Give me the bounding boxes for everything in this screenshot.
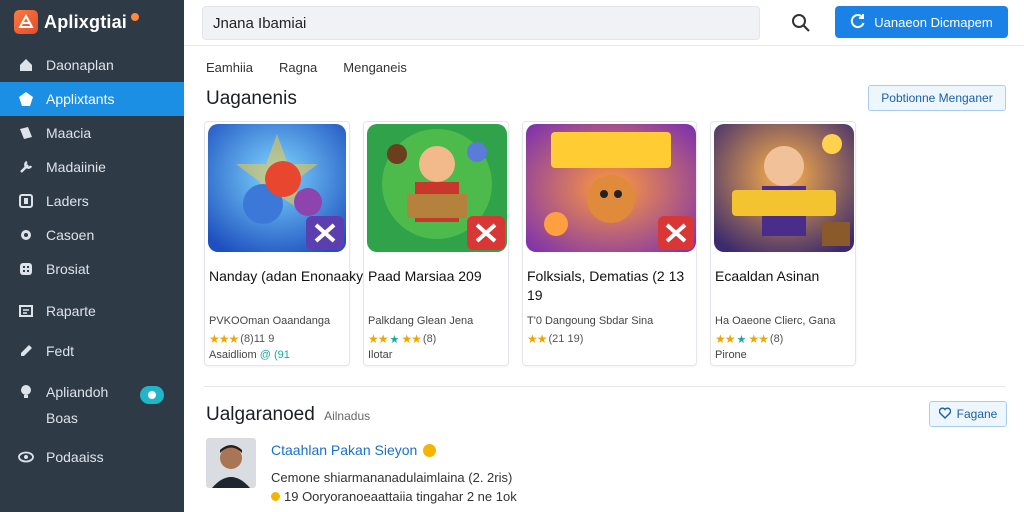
sidebar-item-media[interactable]: Maacia	[0, 116, 184, 150]
app-title: Folksials, Dematias (2 13 19	[527, 268, 685, 303]
sidebar-item-label: Podaaiss	[46, 449, 104, 465]
app-thumbnail	[526, 124, 696, 252]
sidebar-item-label: Casoen	[46, 227, 95, 243]
sidebar-nav: Daonaplan Applixtants Maacia Madaiinie L…	[0, 48, 184, 474]
eye-icon	[18, 449, 34, 465]
search-icon[interactable]	[788, 10, 814, 36]
sidebar-item-label: Apliandoh	[46, 384, 109, 400]
sidebar-item-sublabel: Boas	[46, 410, 78, 426]
section-title-2: Ualgaranoed Ailnadus	[206, 404, 371, 425]
bulb-icon	[18, 384, 34, 400]
app-rating: ★★ ★ ★★ (8)	[715, 332, 784, 346]
coin-icon	[271, 492, 280, 501]
sidebar-item-applications[interactable]: Apliandoh Boas	[0, 374, 184, 436]
tab-ragna[interactable]: Ragna	[279, 60, 317, 75]
tab-bar: Eamhiia Ragna Menganeis	[206, 60, 407, 75]
main-content: Eamhiia Ragna Menganeis Uaganenis Pobtio…	[184, 46, 1024, 512]
sidebar-item-tools[interactable]: Madaiinie	[0, 150, 184, 184]
star-rating-icon: ★★	[715, 332, 735, 346]
app-rating: ★★★ (8)11 9	[209, 332, 275, 346]
sidebar-item-edit[interactable]: Fedt	[0, 334, 184, 368]
sidebar-item-dashboard[interactable]: Daonaplan	[0, 48, 184, 82]
toggle-switch[interactable]	[140, 386, 164, 404]
app-card[interactable]: Folksials, Dematias (2 13 19 T'0 Dangoun…	[522, 121, 697, 366]
manage-button[interactable]: Pobtionne Menganer	[868, 85, 1006, 111]
star-rating-icon: ★★	[527, 332, 547, 346]
sidebar-item-apps[interactable]: Applixtants	[0, 82, 184, 116]
notification-dot-icon	[131, 13, 140, 21]
heart-icon	[938, 407, 951, 422]
edit-icon	[18, 343, 34, 359]
app-developer: T'0 Dangoung Sbdar Sina	[527, 315, 654, 327]
tools-icon	[18, 159, 34, 175]
primary-action-label: Uanaeon Dicmapem	[874, 14, 993, 30]
sidebar-item-label: Madaiinie	[46, 159, 106, 175]
app-title: Nanday (adan Enonaaky)	[209, 268, 368, 284]
app-title: Paad Marsiaa 209	[368, 268, 482, 284]
sidebar-item-label: Laders	[46, 193, 89, 209]
star-rating-icon: ★★★	[209, 332, 239, 346]
verified-badge-icon	[423, 443, 437, 457]
app-rating: ★★ ★ ★★ (8)	[368, 332, 437, 346]
section-subtitle: Ailnadus	[324, 409, 371, 423]
star-rating-icon: ★★	[368, 332, 388, 346]
brand[interactable]: Aplixgtiai	[0, 0, 184, 44]
media-icon	[18, 125, 34, 141]
sidebar-item-label: Brosiat	[46, 261, 90, 277]
sidebar-item-preview[interactable]: Podaaiss	[0, 440, 184, 474]
app-cards: Nanday (adan Enonaaky) PVKOOman Oaandang…	[204, 121, 856, 366]
app-card[interactable]: Paad Marsiaa 209 Palkdang Glean Jena ★★ ★…	[363, 121, 509, 366]
reports-icon	[18, 303, 34, 319]
refresh-icon	[850, 13, 866, 32]
grid-icon	[18, 261, 34, 277]
section-divider	[204, 386, 1006, 387]
sidebar-item-label: Raparte	[46, 303, 96, 319]
sidebar-item-browse[interactable]: Brosiat	[0, 252, 184, 286]
sidebar-item-ledgers[interactable]: Laders	[0, 184, 184, 218]
primary-action-button[interactable]: Uanaeon Dicmapem	[835, 6, 1008, 38]
app-thumbnail	[367, 124, 507, 252]
app-footer: Asaidliom @ (91	[209, 349, 290, 361]
app-developer: Ha Oaeone Clierc, Gana	[715, 315, 836, 327]
tab-menganeis[interactable]: Menganeis	[343, 60, 407, 75]
search-input[interactable]: Jnana Ibamiai	[202, 6, 760, 40]
dashboard-icon	[18, 57, 34, 73]
tab-eamhiia[interactable]: Eamhiia	[206, 60, 253, 75]
app-thumbnail	[714, 124, 854, 252]
sidebar-item-label: Applixtants	[46, 91, 115, 107]
app-developer: Palkdang Glean Jena	[368, 315, 474, 327]
app-title: Ecaaldan Asinan	[715, 268, 820, 284]
reviewer-name[interactable]: Ctaahlan Pakan Sieyon	[271, 442, 437, 458]
sidebar: Aplixgtiai Daonaplan Applixtants Maacia …	[0, 0, 184, 512]
sidebar-item-label: Fedt	[46, 343, 75, 359]
app-thumbnail	[208, 124, 346, 252]
app-rating: ★★ (21 19)	[527, 332, 584, 346]
section-title: Uaganenis	[206, 88, 297, 109]
sidebar-item-label: Daonaplan	[46, 57, 114, 73]
app-logo-icon	[14, 10, 38, 34]
app-card[interactable]: Ecaaldan Asinan Ha Oaeone Clierc, Gana ★…	[710, 121, 856, 366]
apps-icon	[18, 91, 34, 107]
settings-icon	[18, 227, 34, 243]
ledger-icon	[18, 193, 34, 209]
top-bar: Jnana Ibamiai Uanaeon Dicmapem	[184, 0, 1024, 46]
review-text: Cemone shiarmananadulaimlaina (2. 2ris)	[271, 470, 513, 485]
app-footer: Pirone	[715, 349, 747, 361]
sidebar-item-label: Maacia	[46, 125, 92, 141]
app-footer: Ilotar	[368, 349, 393, 361]
app-developer: PVKOOman Oaandanga	[209, 315, 331, 327]
sidebar-item-settings[interactable]: Casoen	[0, 218, 184, 252]
review-meta: 19 Ooryoranoeaattaiia tingahar 2 ne 1ok	[271, 489, 517, 504]
avatar[interactable]	[206, 438, 256, 488]
app-name: Aplixgtiai	[44, 11, 128, 32]
follow-button[interactable]: Fagane	[929, 401, 1007, 427]
app-card[interactable]: Nanday (adan Enonaaky) PVKOOman Oaandang…	[204, 121, 368, 366]
sidebar-item-reports[interactable]: Raparte	[0, 294, 184, 328]
